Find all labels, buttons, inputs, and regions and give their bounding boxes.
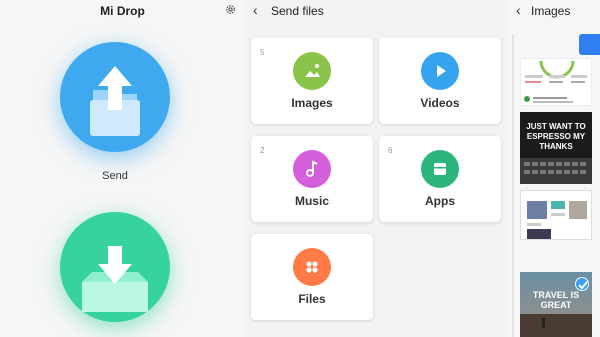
screen: ‹ Mi Drop Send ‹ Send [0, 0, 600, 337]
item-count: 5 [260, 48, 265, 57]
category-card-apps[interactable]: 6 Apps [379, 136, 501, 222]
back-icon[interactable]: ‹ [253, 2, 258, 18]
category-card-videos[interactable]: Videos [379, 38, 501, 124]
send-folder-icon [90, 66, 140, 136]
play-icon [421, 52, 459, 90]
send-button[interactable] [60, 42, 170, 152]
header: ‹ Send files [245, 0, 508, 24]
selected-check-icon[interactable] [575, 277, 589, 291]
send-label: Send [102, 170, 128, 182]
item-count: 6 [388, 146, 393, 155]
item-count: 2 [260, 146, 265, 155]
image-icon [293, 52, 331, 90]
category-label: Files [298, 292, 326, 306]
category-card-images[interactable]: 5 Images [251, 38, 373, 124]
page-title: Send files [271, 4, 324, 18]
category-card-music[interactable]: 2 Music [251, 136, 373, 222]
back-icon[interactable]: ‹ [516, 2, 521, 18]
category-card-files[interactable]: Files [251, 234, 373, 320]
mi-drop-panel: ‹ Mi Drop Send [0, 0, 245, 337]
music-note-icon [293, 150, 331, 188]
page-title: Images [531, 4, 571, 18]
category-label: Images [291, 96, 333, 110]
category-label: Music [294, 194, 329, 208]
category-label: Apps [425, 194, 455, 208]
receive-button[interactable] [60, 212, 170, 322]
image-thumbnail[interactable]: JUST WANT TO ESPRESSO MY THANKS [520, 112, 592, 184]
app-icon [421, 150, 459, 188]
category-label: Videos [420, 96, 460, 110]
receive-box-icon [82, 246, 148, 312]
gear-icon[interactable] [224, 3, 237, 16]
page-title: Mi Drop [100, 4, 145, 18]
scroll-track [512, 34, 514, 337]
image-thumbnail[interactable] [520, 190, 592, 240]
files-icon [293, 248, 331, 286]
header: ‹ Mi Drop [0, 0, 245, 22]
image-thumbnail[interactable] [520, 58, 592, 106]
send-action-button[interactable] [579, 34, 600, 55]
